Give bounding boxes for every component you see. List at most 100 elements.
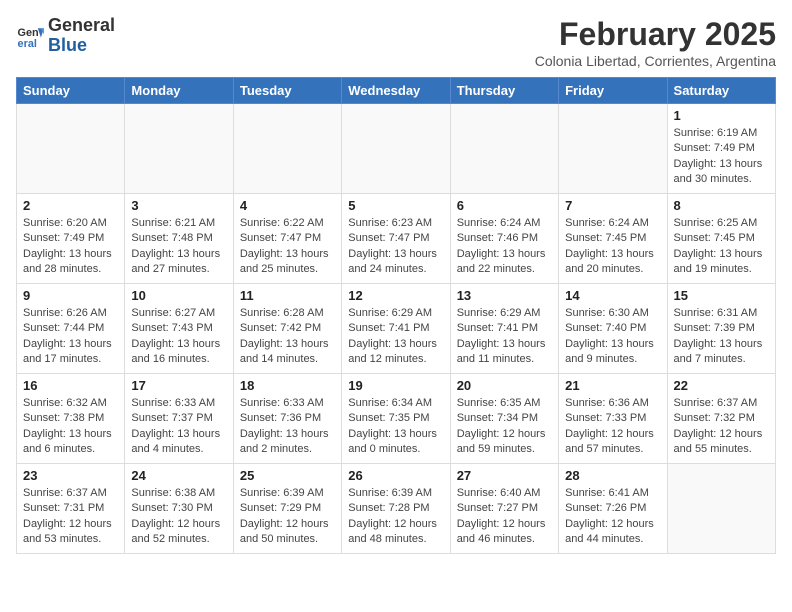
day-of-week-header: Tuesday [233,78,341,104]
calendar-week-row: 23 Sunrise: 6:37 AM Sunset: 7:31 PM Dayli… [17,464,776,554]
day-number: 21 [565,378,660,393]
day-info: Sunrise: 6:32 AM Sunset: 7:38 PM Dayligh… [23,396,118,458]
day-number: 22 [674,378,769,393]
day-info: Sunrise: 6:23 AM Sunset: 7:47 PM Dayligh… [348,216,443,278]
calendar-week-row: 2 Sunrise: 6:20 AM Sunset: 7:49 PM Daylig… [17,194,776,284]
logo-blue-text: Blue [48,35,87,55]
day-number: 1 [674,108,769,123]
day-number: 25 [240,468,335,483]
day-number: 7 [565,198,660,213]
day-number: 24 [131,468,226,483]
day-info: Sunrise: 6:35 AM Sunset: 7:34 PM Dayligh… [457,396,552,458]
calendar-day-cell: 13 Sunrise: 6:29 AM Sunset: 7:41 PM Dayli… [450,284,558,374]
day-info: Sunrise: 6:37 AM Sunset: 7:32 PM Dayligh… [674,396,769,458]
day-of-week-header: Thursday [450,78,558,104]
day-info: Sunrise: 6:36 AM Sunset: 7:33 PM Dayligh… [565,396,660,458]
calendar-day-cell: 19Sunrise: 6:34 AM Sunset: 7:35 PM Dayli… [342,374,450,464]
day-of-week-header: Friday [559,78,667,104]
calendar-header-row: SundayMondayTuesdayWednesdayThursdayFrid… [17,78,776,104]
day-number: 18 [240,378,335,393]
day-of-week-header: Saturday [667,78,775,104]
calendar-day-cell: 15 Sunrise: 6:31 AM Sunset: 7:39 PM Dayli… [667,284,775,374]
calendar-day-cell: 28 Sunrise: 6:41 AM Sunset: 7:26 PM Dayli… [559,464,667,554]
day-number: 5 [348,198,443,213]
day-info: Sunrise: 6:29 AM Sunset: 7:41 PM Dayligh… [457,306,552,368]
day-info: Sunrise: 6:19 AM Sunset: 7:49 PM Dayligh… [674,126,769,188]
calendar-day-cell [125,104,233,194]
day-number: 27 [457,468,552,483]
day-info: Sunrise: 6:41 AM Sunset: 7:26 PM Dayligh… [565,486,660,548]
day-info: Sunrise: 6:21 AM Sunset: 7:48 PM Dayligh… [131,216,226,278]
day-number: 4 [240,198,335,213]
day-number: 10 [131,288,226,303]
day-info: Sunrise: 6:28 AM Sunset: 7:42 PM Dayligh… [240,306,335,368]
day-number: 20 [457,378,552,393]
title-area: February 2025 Colonia Libertad, Corrient… [535,16,776,69]
day-info: Sunrise: 6:39 AM Sunset: 7:28 PM Dayligh… [348,486,443,548]
calendar-day-cell: 9 Sunrise: 6:26 AM Sunset: 7:44 PM Daylig… [17,284,125,374]
calendar-day-cell: 3 Sunrise: 6:21 AM Sunset: 7:48 PM Daylig… [125,194,233,284]
day-info: Sunrise: 6:39 AM Sunset: 7:29 PM Dayligh… [240,486,335,548]
day-info: Sunrise: 6:24 AM Sunset: 7:45 PM Dayligh… [565,216,660,278]
day-info: Sunrise: 6:20 AM Sunset: 7:49 PM Dayligh… [23,216,118,278]
calendar-day-cell [559,104,667,194]
day-number: 8 [674,198,769,213]
day-info: Sunrise: 6:31 AM Sunset: 7:39 PM Dayligh… [674,306,769,368]
day-info: Sunrise: 6:37 AM Sunset: 7:31 PM Dayligh… [23,486,118,548]
day-info: Sunrise: 6:22 AM Sunset: 7:47 PM Dayligh… [240,216,335,278]
day-number: 13 [457,288,552,303]
calendar-day-cell [342,104,450,194]
day-number: 17 [131,378,226,393]
day-info: Sunrise: 6:30 AM Sunset: 7:40 PM Dayligh… [565,306,660,368]
calendar-day-cell: 12 Sunrise: 6:29 AM Sunset: 7:41 PM Dayli… [342,284,450,374]
month-title: February 2025 [535,16,776,53]
calendar-day-cell: 14 Sunrise: 6:30 AM Sunset: 7:40 PM Dayli… [559,284,667,374]
calendar-day-cell: 17 Sunrise: 6:33 AM Sunset: 7:37 PM Dayli… [125,374,233,464]
calendar-day-cell: 27 Sunrise: 6:40 AM Sunset: 7:27 PM Dayli… [450,464,558,554]
day-info: Sunrise: 6:26 AM Sunset: 7:44 PM Dayligh… [23,306,118,368]
day-info: Sunrise: 6:33 AM Sunset: 7:37 PM Dayligh… [131,396,226,458]
day-info: Sunrise: 6:40 AM Sunset: 7:27 PM Dayligh… [457,486,552,548]
day-info: Sunrise: 6:33 AM Sunset: 7:36 PM Dayligh… [240,396,335,458]
calendar-day-cell: 16Sunrise: 6:32 AM Sunset: 7:38 PM Dayli… [17,374,125,464]
calendar-day-cell: 8Sunrise: 6:25 AM Sunset: 7:45 PM Daylig… [667,194,775,284]
day-number: 9 [23,288,118,303]
location-subtitle: Colonia Libertad, Corrientes, Argentina [535,53,776,69]
day-number: 14 [565,288,660,303]
calendar-day-cell: 18 Sunrise: 6:33 AM Sunset: 7:36 PM Dayli… [233,374,341,464]
calendar-table: SundayMondayTuesdayWednesdayThursdayFrid… [16,77,776,554]
calendar-day-cell [667,464,775,554]
calendar-day-cell [450,104,558,194]
day-number: 23 [23,468,118,483]
day-number: 11 [240,288,335,303]
calendar-day-cell: 10 Sunrise: 6:27 AM Sunset: 7:43 PM Dayli… [125,284,233,374]
calendar-week-row: 9 Sunrise: 6:26 AM Sunset: 7:44 PM Daylig… [17,284,776,374]
svg-text:eral: eral [18,38,37,50]
day-of-week-header: Monday [125,78,233,104]
calendar-day-cell: 26Sunrise: 6:39 AM Sunset: 7:28 PM Dayli… [342,464,450,554]
day-number: 12 [348,288,443,303]
day-number: 15 [674,288,769,303]
calendar-day-cell: 22 Sunrise: 6:37 AM Sunset: 7:32 PM Dayli… [667,374,775,464]
day-info: Sunrise: 6:27 AM Sunset: 7:43 PM Dayligh… [131,306,226,368]
day-info: Sunrise: 6:29 AM Sunset: 7:41 PM Dayligh… [348,306,443,368]
logo-general-text: General [48,15,115,35]
calendar-day-cell: 1 Sunrise: 6:19 AM Sunset: 7:49 PM Daylig… [667,104,775,194]
day-number: 28 [565,468,660,483]
calendar-week-row: 1 Sunrise: 6:19 AM Sunset: 7:49 PM Daylig… [17,104,776,194]
header: Gen eral General Blue February 2025 Colo… [16,16,776,69]
day-info: Sunrise: 6:38 AM Sunset: 7:30 PM Dayligh… [131,486,226,548]
calendar-day-cell: 2 Sunrise: 6:20 AM Sunset: 7:49 PM Daylig… [17,194,125,284]
calendar-day-cell: 24 Sunrise: 6:38 AM Sunset: 7:30 PM Dayli… [125,464,233,554]
calendar-day-cell: 6Sunrise: 6:24 AM Sunset: 7:46 PM Daylig… [450,194,558,284]
day-number: 2 [23,198,118,213]
calendar-day-cell: 5 Sunrise: 6:23 AM Sunset: 7:47 PM Daylig… [342,194,450,284]
calendar-day-cell [17,104,125,194]
calendar-day-cell: 25 Sunrise: 6:39 AM Sunset: 7:29 PM Dayli… [233,464,341,554]
day-number: 3 [131,198,226,213]
calendar-day-cell: 23 Sunrise: 6:37 AM Sunset: 7:31 PM Dayli… [17,464,125,554]
day-info: Sunrise: 6:24 AM Sunset: 7:46 PM Dayligh… [457,216,552,278]
logo: Gen eral General Blue [16,16,115,56]
calendar-week-row: 16Sunrise: 6:32 AM Sunset: 7:38 PM Dayli… [17,374,776,464]
calendar-day-cell [233,104,341,194]
